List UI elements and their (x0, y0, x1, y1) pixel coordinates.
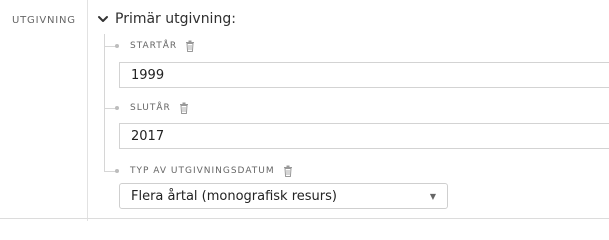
date-type-select[interactable]: Flera årtal (monografisk resurs) ▼ (119, 183, 448, 209)
date-type-label: TYP AV UTGIVNINGSDATUM (130, 166, 275, 176)
section-header[interactable]: Primär utgivning: (97, 11, 236, 27)
trash-icon[interactable] (179, 102, 189, 114)
tree-connector (104, 34, 105, 172)
end-year-label: SLUTÅR (130, 103, 171, 113)
start-year-input[interactable]: 1999 (119, 62, 609, 88)
trash-icon[interactable] (283, 165, 293, 177)
date-type-label-row: TYP AV UTGIVNINGSDATUM (130, 165, 293, 177)
caret-down-icon[interactable]: ▼ (430, 192, 436, 201)
end-year-dot (115, 106, 119, 110)
end-year-value: 2017 (131, 128, 165, 144)
chevron-down-icon[interactable] (97, 13, 109, 25)
start-year-value: 1999 (131, 67, 165, 83)
end-year-input[interactable]: 2017 (119, 123, 609, 149)
trash-icon[interactable] (185, 40, 195, 52)
date-type-selected: Flera årtal (monografisk resurs) (131, 188, 337, 204)
bottom-border (0, 218, 609, 219)
date-type-dot (115, 169, 119, 173)
end-year-label-row: SLUTÅR (130, 102, 189, 114)
section-title: Primär utgivning: (115, 11, 236, 27)
start-year-label-row: STARTÅR (130, 40, 195, 52)
column-divider (87, 0, 88, 221)
left-section-label: UTGIVNING (12, 15, 76, 26)
start-year-label: STARTÅR (130, 41, 178, 51)
start-year-dot (115, 44, 119, 48)
